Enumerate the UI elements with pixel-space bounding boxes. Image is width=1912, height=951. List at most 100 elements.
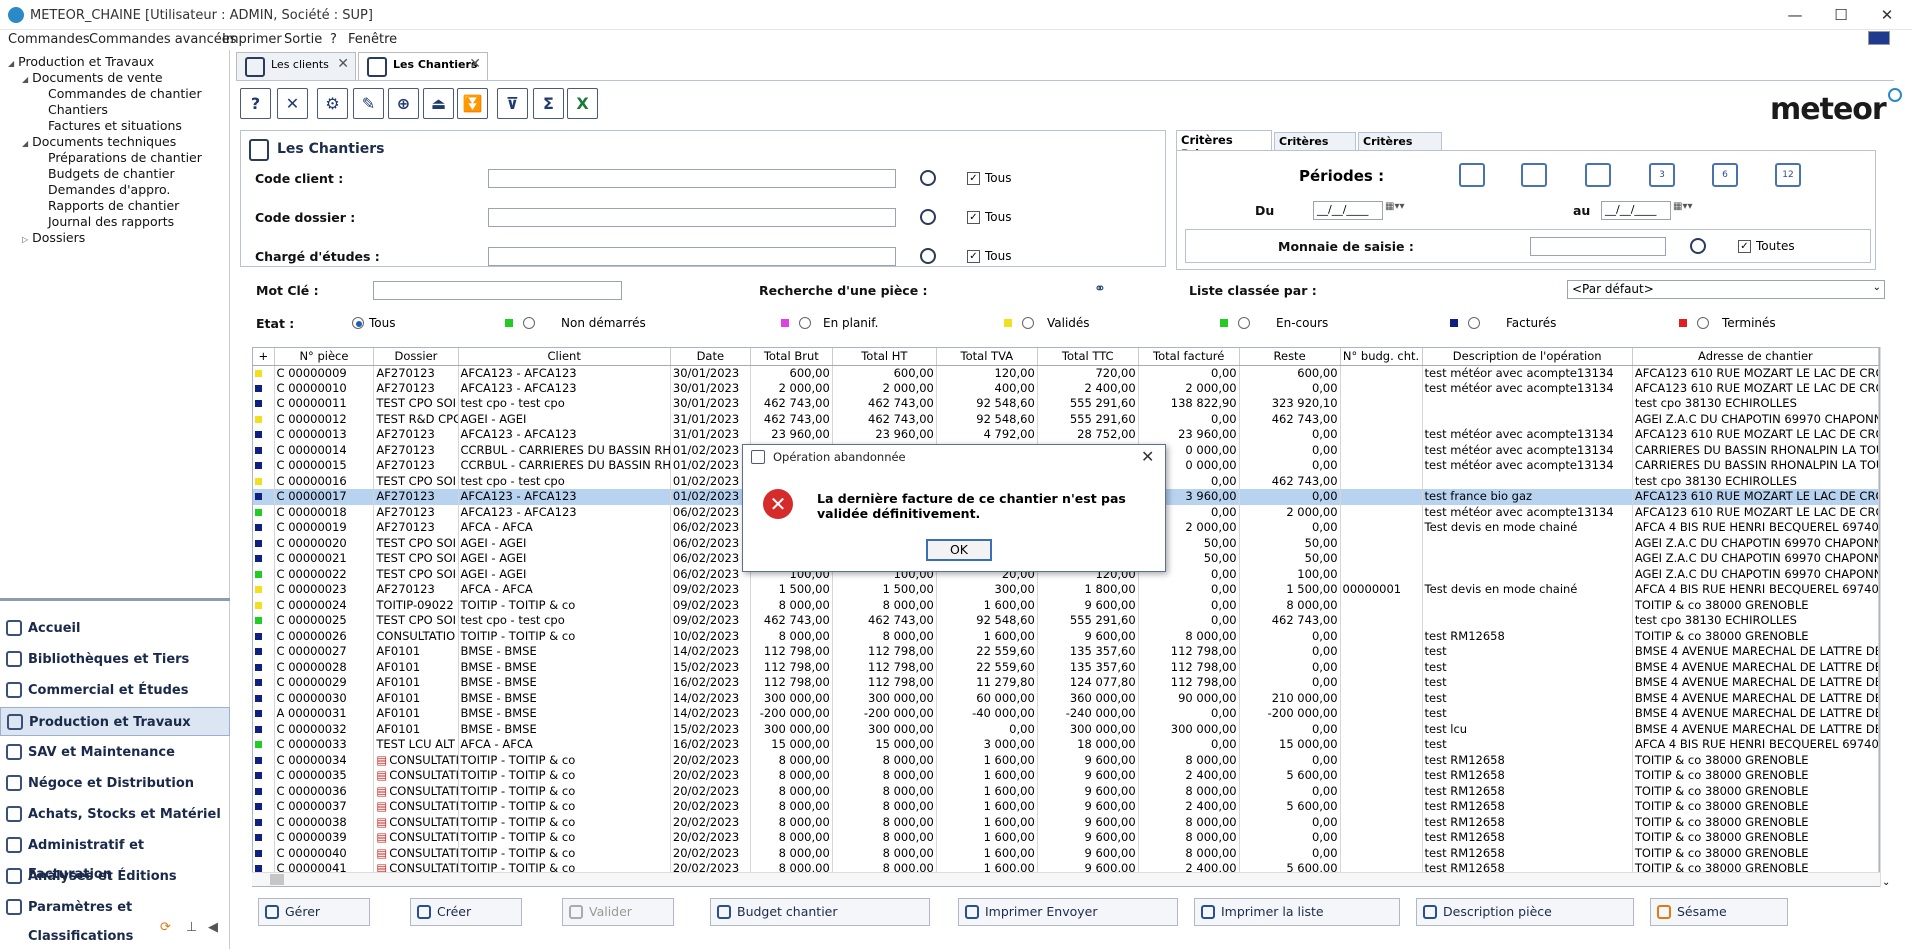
move-down-icon[interactable]: ⏬ (457, 88, 488, 119)
maximize-button[interactable]: ☐ (1818, 2, 1864, 28)
pdf-icon[interactable]: ▤ (376, 815, 387, 829)
date-du-input[interactable]: __/__/____ (1313, 201, 1383, 220)
column-header[interactable]: Description de l'opération (1422, 348, 1633, 366)
select-target-icon[interactable] (920, 248, 936, 264)
close-tab-icon[interactable]: ✕ (469, 56, 481, 72)
calendar-12-months-icon[interactable]: 12 (1775, 163, 1801, 187)
close-window-button[interactable]: ✕ (1864, 2, 1910, 28)
column-header[interactable]: Total HT (832, 348, 937, 366)
nav-item[interactable]: Administratif et Facturation (0, 831, 230, 882)
menu-fenetre[interactable]: Fenêtre (348, 32, 397, 47)
pdf-icon[interactable]: ▤ (376, 846, 387, 860)
nav-item[interactable]: Bibliothèques et Tiers (0, 645, 230, 674)
code-client-input[interactable] (488, 169, 896, 188)
sum-icon[interactable]: Σ (533, 88, 564, 119)
tree-item[interactable]: ▷ Dossiers (22, 230, 85, 245)
table-row[interactable]: C 00000033 TEST LCU ALT AFCA - AFCA 16/02/2… (253, 737, 1879, 753)
tab-chantiers[interactable]: Les Chantiers ✕ (358, 52, 488, 80)
nav-item[interactable]: Négoce et Distribution (0, 769, 230, 798)
nav-item[interactable]: Accueil (0, 614, 230, 643)
charge-etudes-input[interactable] (488, 247, 896, 266)
expander-icon[interactable]: ◢ (22, 75, 28, 84)
charge-etudes-tous-checkbox[interactable]: ✓ (967, 250, 980, 263)
select-target-icon[interactable] (920, 170, 936, 186)
sesame-status-icon[interactable]: ⟳ (160, 920, 171, 935)
pdf-icon[interactable]: ▤ (376, 830, 387, 844)
binoculars-icon[interactable]: ⚭ (1094, 281, 1106, 297)
column-header[interactable]: Adresse de chantier (1632, 348, 1879, 366)
menu-sortie[interactable]: Sortie (284, 32, 322, 47)
menu-help[interactable]: ? (330, 32, 337, 47)
code-dossier-tous-checkbox[interactable]: ✓ (967, 211, 980, 224)
sesame-button[interactable]: Sésame (1650, 898, 1788, 926)
calendar-day-icon[interactable] (1459, 163, 1485, 187)
table-row[interactable]: A 00000031 AF0101 BMSE - BMSE 14/02/2023 -20… (253, 706, 1879, 722)
help-icon[interactable]: ? (240, 88, 271, 119)
nav-item[interactable]: Commercial et Études (0, 676, 230, 705)
column-header[interactable]: Total Brut (750, 348, 833, 366)
etat-radio[interactable] (352, 317, 364, 329)
nav-item[interactable]: Achats, Stocks et Matériel (0, 800, 230, 829)
column-header[interactable]: N° pièce (274, 348, 375, 366)
tab-criteres-princ[interactable]: Critères Princ. (1176, 130, 1272, 161)
table-row[interactable]: C 00000035▤CONSULTATIOTOITIP - TOITIP & … (253, 768, 1879, 784)
tree-item[interactable]: ◢ Production et Travaux (8, 54, 154, 69)
calendar-month-icon[interactable] (1585, 163, 1611, 187)
etat-radio[interactable] (1238, 317, 1250, 329)
column-header[interactable]: Date (670, 348, 751, 366)
pdf-icon[interactable]: ▤ (376, 753, 387, 767)
mot-cle-input[interactable] (373, 281, 622, 300)
nav-item[interactable]: Production et Travaux (0, 707, 230, 736)
table-row[interactable]: C 00000040▤CONSULTATIOTOITIP - TOITIP & … (253, 845, 1879, 861)
column-header[interactable]: Total facturé (1138, 348, 1240, 366)
collapse-sidebar-icon[interactable]: ◀ (208, 920, 218, 935)
column-header[interactable]: N° budg. cht. (1340, 348, 1423, 366)
dialog-close-icon[interactable]: ✕ (1141, 447, 1154, 466)
tree-item[interactable]: ◢ Documents techniques (22, 134, 176, 149)
gerer-button[interactable]: Gérer (258, 898, 370, 926)
table-row[interactable]: C 00000037▤CONSULTATIOTOITIP - TOITIP & … (253, 799, 1879, 815)
table-row[interactable]: C 00000011 TEST CPO SOI test cpo - test cp… (253, 396, 1879, 412)
table-row[interactable]: C 00000026 CONSULTATIO TOITIP - TOITIP & c… (253, 628, 1879, 644)
minimize-button[interactable]: — (1772, 2, 1818, 28)
description-piece-button[interactable]: Description pièce (1416, 898, 1634, 926)
column-header[interactable]: Dossier (373, 348, 459, 366)
pdf-icon[interactable]: ▤ (376, 768, 387, 782)
table-row[interactable]: C 00000034▤CONSULTATIOTOITIP - TOITIP & … (253, 752, 1879, 768)
language-flag-icon[interactable] (1868, 31, 1890, 45)
valider-button[interactable]: Valider (562, 898, 674, 926)
toutes-checkbox[interactable]: ✓ (1738, 240, 1751, 253)
column-header[interactable]: Total TTC (1037, 348, 1139, 366)
budget-chantier-button[interactable]: Budget chantier (710, 898, 930, 926)
expander-icon[interactable]: ◢ (8, 59, 14, 68)
code-client-tous-checkbox[interactable]: ✓ (967, 172, 980, 185)
creer-button[interactable]: Créer (410, 898, 522, 926)
tab-criteres-sec[interactable]: Critères Sec. (1274, 132, 1356, 161)
table-row[interactable]: C 00000032 AF0101 BMSE - BMSE 15/02/2023 300… (253, 721, 1879, 737)
table-row[interactable]: C 00000025 TEST CPO SOI test cpo - test cp… (253, 613, 1879, 629)
menu-imprimer[interactable]: Imprimer (222, 32, 282, 47)
etat-radio[interactable] (1022, 317, 1034, 329)
edit-icon[interactable]: ✎ (353, 88, 384, 119)
tab-clients[interactable]: Les clients ✕ (236, 52, 356, 80)
tree-item[interactable]: Rapports de chantier (36, 198, 179, 213)
date-au-input[interactable]: __/__/____ (1601, 201, 1671, 220)
nav-item[interactable]: Paramètres et Classifications (0, 893, 230, 944)
close-tab-icon[interactable]: ✕ (337, 56, 349, 72)
horizontal-scrollbar[interactable] (252, 872, 1880, 886)
calendar-dropdown-icon[interactable]: ▦▾▾ (1385, 201, 1405, 212)
table-row[interactable]: C 00000027 AF0101 BMSE - BMSE 14/02/2023 112… (253, 644, 1879, 660)
menu-commandes-avancees[interactable]: Commandes avancées (89, 32, 237, 47)
move-up-icon[interactable]: ⏏ (423, 88, 454, 119)
calendar-6-months-icon[interactable]: 6 (1712, 163, 1738, 187)
excel-export-icon[interactable]: X (567, 88, 598, 119)
settings-icon[interactable]: ⚙ (317, 88, 348, 119)
menu-commandes[interactable]: Commandes (8, 32, 90, 47)
add-icon[interactable]: ⊕ (388, 88, 419, 119)
pdf-icon[interactable]: ▤ (376, 784, 387, 798)
table-row[interactable]: C 00000029 AF0101 BMSE - BMSE 16/02/2023 112… (253, 675, 1879, 691)
expander-icon[interactable]: ▷ (22, 235, 28, 244)
table-row[interactable]: C 00000039▤CONSULTATIOTOITIP - TOITIP & … (253, 830, 1879, 846)
sidebar-splitter[interactable] (0, 598, 230, 601)
select-target-icon[interactable] (920, 209, 936, 225)
